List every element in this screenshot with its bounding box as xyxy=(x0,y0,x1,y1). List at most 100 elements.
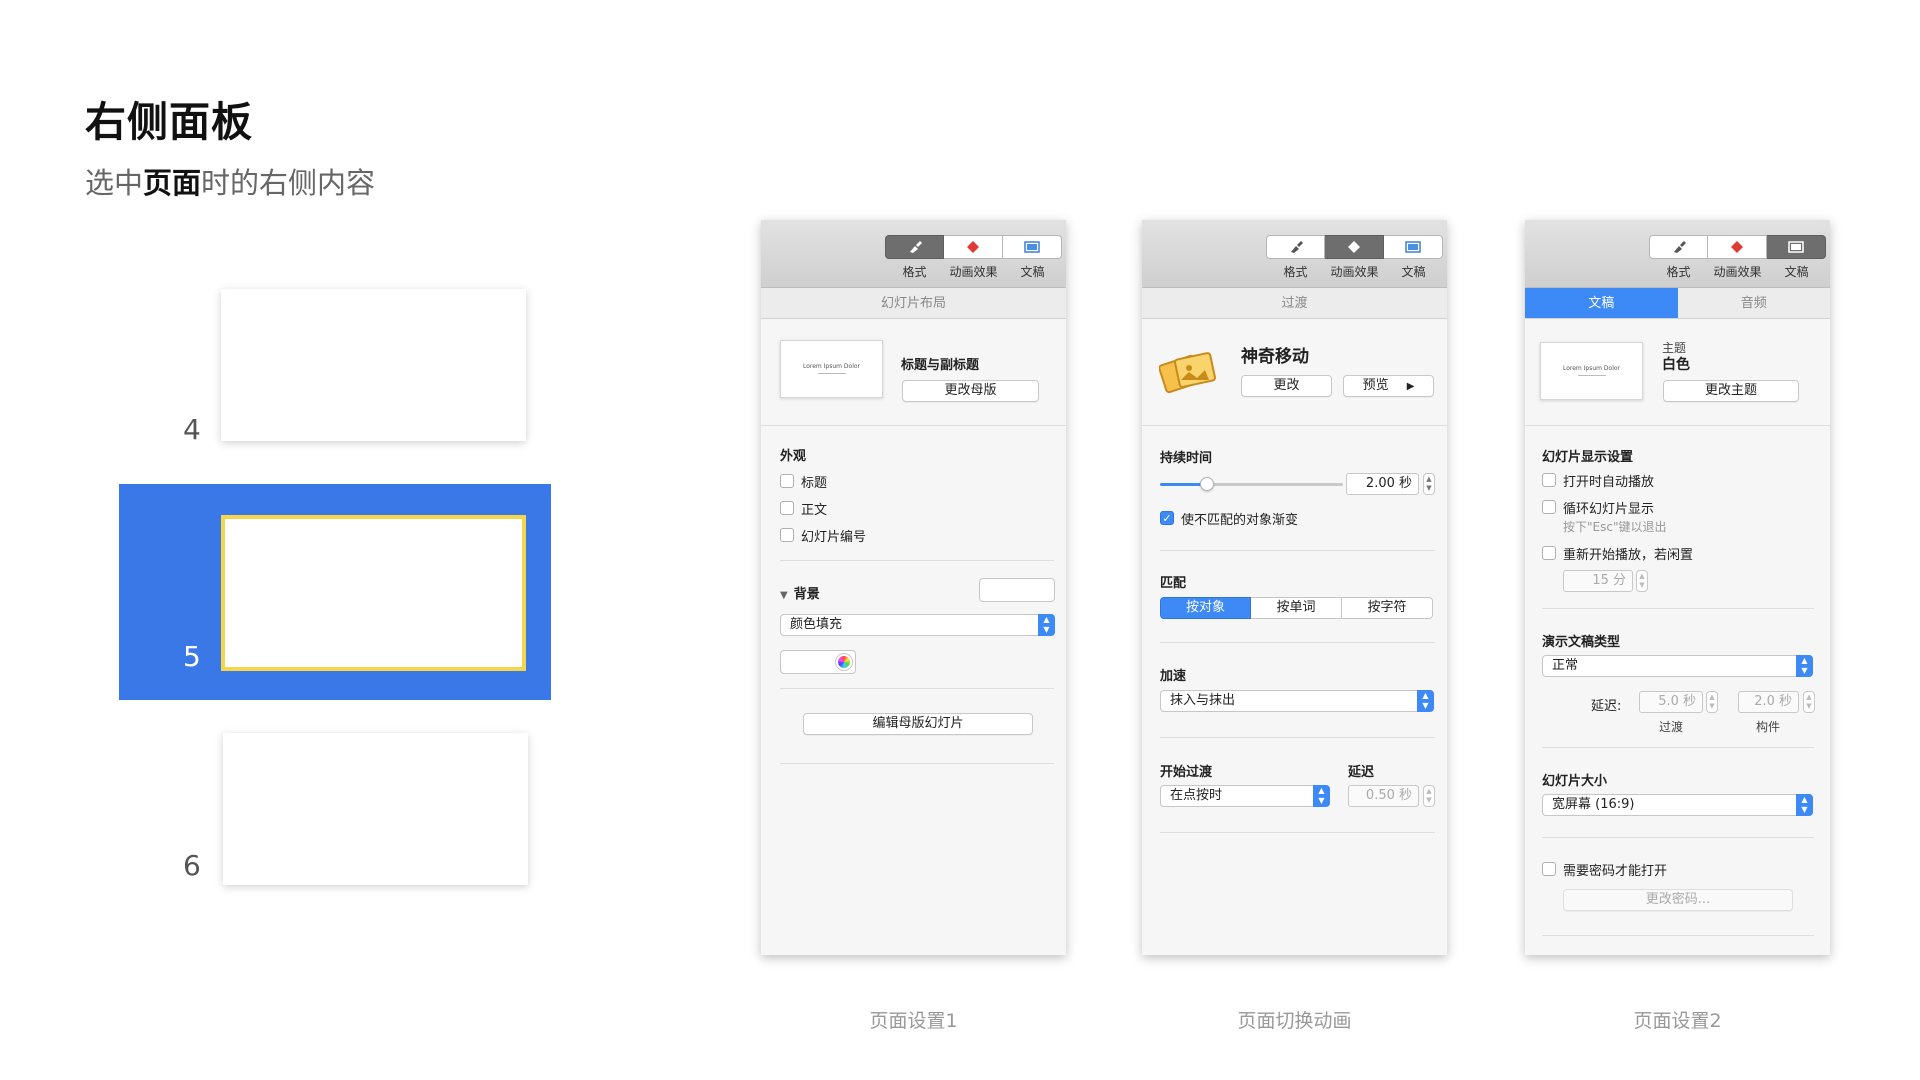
change-password-button[interactable]: 更改密码... xyxy=(1563,889,1793,911)
animate-tab-label: 动画效果 xyxy=(1713,265,1762,279)
change-master-button[interactable]: 更改母版 xyxy=(902,380,1039,402)
match-by-word[interactable]: 按单词 xyxy=(1251,597,1342,619)
magic-move-icon xyxy=(1158,350,1217,398)
inspector-toolbar: 格式 动画效果 文稿 xyxy=(1142,220,1447,288)
fill-color-well[interactable] xyxy=(780,650,856,674)
duration-stepper[interactable]: ▲ ▼ xyxy=(1423,473,1435,495)
slide-size-label: 幻灯片大小 xyxy=(1542,774,1608,789)
autoplay-checkbox[interactable]: 打开时自动播放 xyxy=(1542,471,1830,490)
animate-tab-button[interactable] xyxy=(944,235,1003,259)
duration-slider-track[interactable] xyxy=(1160,477,1343,491)
slide-thumbnail-6[interactable] xyxy=(223,733,528,885)
effect-name: 神奇移动 xyxy=(1241,347,1309,367)
match-label: 匹配 xyxy=(1160,576,1187,591)
page-title: 右侧面板 xyxy=(85,98,253,146)
build-delay-stepper[interactable]: ▲ ▼ xyxy=(1803,691,1815,713)
change-effect-button[interactable]: 更改 xyxy=(1241,375,1332,397)
require-password-checkbox[interactable]: 需要密码才能打开 xyxy=(1542,860,1830,879)
fade-unmatched-label: 使不匹配的对象渐变 xyxy=(1181,512,1299,528)
master-thumbnail: Lorem Ipsum Dolor xyxy=(780,340,883,398)
animate-tab-label: 动画效果 xyxy=(949,265,998,279)
checkbox-box[interactable] xyxy=(780,474,794,488)
build-delay-field[interactable]: 2.0 秒 xyxy=(1738,691,1799,713)
checkbox-box[interactable] xyxy=(780,528,794,542)
paintbrush-icon xyxy=(1290,241,1303,253)
transition-delay-field[interactable]: 5.0 秒 xyxy=(1639,691,1703,713)
animate-diamond-icon xyxy=(967,241,979,253)
document-tab-button[interactable] xyxy=(1767,235,1826,259)
fill-type-select[interactable]: 颜色填充 ▲ ▼ xyxy=(780,614,1055,636)
acceleration-select[interactable]: 抹入与抹出 ▲ ▼ xyxy=(1160,690,1434,712)
duration-label: 持续时间 xyxy=(1160,451,1213,466)
body-checkbox-label: 正文 xyxy=(801,502,828,518)
caption-page-transition: 页面切换动画 xyxy=(1237,1010,1352,1032)
inspector-panel-transition: 格式 动画效果 文稿 过渡 神奇移动 更改 预览 ▶ 持续时间 2.00 秒 ▲… xyxy=(1142,220,1447,955)
document-tab-button[interactable] xyxy=(1003,235,1062,259)
format-tab-button[interactable] xyxy=(1649,235,1708,259)
checkbox-box[interactable] xyxy=(1542,862,1556,876)
animate-tab-button[interactable] xyxy=(1325,235,1384,259)
slide-thumbnail-5[interactable] xyxy=(221,515,526,671)
subtitle-prefix: 选中 xyxy=(85,166,144,200)
match-by-object[interactable]: 按对象 xyxy=(1160,597,1251,619)
delay-stepper[interactable]: ▲ ▼ xyxy=(1423,785,1435,807)
start-transition-select[interactable]: 在点按时 ▲ ▼ xyxy=(1160,785,1330,807)
format-tab-label: 格式 xyxy=(1283,265,1308,279)
transition-delay-stepper[interactable]: ▲ ▼ xyxy=(1706,691,1718,713)
tab-document[interactable]: 文稿 xyxy=(1525,288,1678,318)
paintbrush-icon xyxy=(1673,241,1686,253)
divider xyxy=(761,425,1066,426)
duration-field[interactable]: 2.00 秒 xyxy=(1346,473,1419,495)
slide-size-select[interactable]: 宽屏幕 (16:9) ▲ ▼ xyxy=(1542,794,1813,816)
slide-number-checkbox[interactable]: 幻灯片编号 xyxy=(780,526,1066,545)
checkbox-box[interactable] xyxy=(780,501,794,515)
format-tab-button[interactable] xyxy=(885,235,944,259)
edit-master-slide-button[interactable]: 编辑母版幻灯片 xyxy=(803,713,1033,735)
divider xyxy=(1542,935,1814,936)
body-checkbox[interactable]: 正文 xyxy=(780,499,1066,518)
document-tab-button[interactable] xyxy=(1384,235,1443,259)
divider xyxy=(780,688,1054,689)
thumbnail-title: Lorem Ipsum Dolor xyxy=(1562,365,1621,372)
inspector-toolbar: 格式 动画效果 文稿 xyxy=(761,220,1066,288)
idle-minutes-field[interactable]: 15 分 xyxy=(1563,570,1633,592)
divider xyxy=(1525,425,1830,426)
inspector-segment-labels: 格式 动画效果 文稿 xyxy=(1649,263,1826,280)
inspector-panel-slide-layout: 格式 动画效果 文稿 幻灯片布局 Lorem Ipsum Dolor 标题与副标… xyxy=(761,220,1066,955)
chevron-updown-icon: ▲ ▼ xyxy=(1796,655,1813,677)
divider xyxy=(1160,642,1435,643)
disclosure-triangle-icon[interactable]: ▼ xyxy=(780,590,788,601)
inspector-segment xyxy=(1266,235,1443,259)
chevron-updown-icon: ▲ ▼ xyxy=(1417,690,1434,712)
document-tab-label: 文稿 xyxy=(1401,265,1426,279)
slide-number-5: 5 xyxy=(183,640,201,673)
checkbox-box[interactable] xyxy=(1542,546,1556,560)
presentation-type-select[interactable]: 正常 ▲ ▼ xyxy=(1542,655,1813,677)
fade-unmatched-checkbox[interactable]: ✓ 使不匹配的对象渐变 xyxy=(1160,509,1447,528)
presentation-type-value: 正常 xyxy=(1552,658,1579,673)
format-tab-button[interactable] xyxy=(1266,235,1325,259)
transition-header: 过渡 xyxy=(1281,296,1308,311)
format-tab-label: 格式 xyxy=(1666,265,1691,279)
checkbox-checked[interactable]: ✓ xyxy=(1160,511,1174,525)
divider xyxy=(1142,425,1447,426)
animate-tab-button[interactable] xyxy=(1708,235,1767,259)
chevron-updown-icon: ▲ ▼ xyxy=(1038,614,1055,636)
idle-minutes-stepper[interactable]: ▲ ▼ xyxy=(1636,570,1648,592)
match-by-character[interactable]: 按字符 xyxy=(1342,597,1433,619)
match-segmented-control[interactable]: 按对象 按单词 按字符 xyxy=(1160,597,1433,619)
checkbox-box[interactable] xyxy=(1542,473,1556,487)
checkbox-box[interactable] xyxy=(1542,500,1556,514)
background-color-well[interactable] xyxy=(979,578,1055,602)
tab-audio[interactable]: 音频 xyxy=(1678,288,1831,318)
change-theme-button[interactable]: 更改主题 xyxy=(1663,380,1799,402)
loop-checkbox[interactable]: 循环幻灯片显示 xyxy=(1542,498,1830,517)
duration-slider-knob[interactable] xyxy=(1200,477,1214,491)
color-wheel-icon[interactable] xyxy=(836,654,852,670)
title-checkbox[interactable]: 标题 xyxy=(780,472,1066,491)
delay-field[interactable]: 0.50 秒 xyxy=(1348,785,1419,807)
inspector-toolbar: 格式 动画效果 文稿 xyxy=(1525,220,1830,288)
preview-button[interactable]: 预览 ▶ xyxy=(1343,375,1434,397)
restart-idle-checkbox[interactable]: 重新开始播放，若闲置 xyxy=(1542,544,1830,563)
slide-thumbnail-4[interactable] xyxy=(221,289,526,441)
